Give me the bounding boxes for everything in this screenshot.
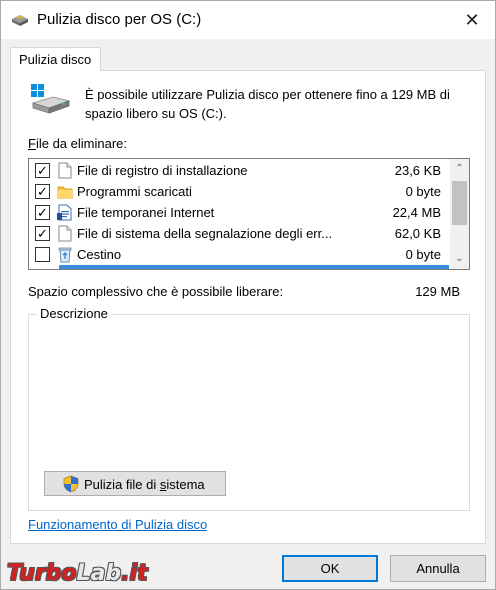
next-item-selection-highlight[interactable] bbox=[59, 265, 449, 269]
file-name: File temporanei Internet bbox=[77, 205, 215, 220]
list-item[interactable]: ✓ File di sistema della segnalazione deg… bbox=[29, 223, 449, 244]
checkbox[interactable]: ✓ bbox=[35, 226, 50, 241]
tab-panel: È possibile utilizzare Pulizia disco per… bbox=[10, 70, 486, 544]
list-item[interactable]: ✓ File temporanei Internet 22,4 MB bbox=[29, 202, 449, 223]
file-size: 62,0 KB bbox=[394, 226, 441, 241]
description-group: Descrizione Pulizia file di sistema bbox=[28, 306, 470, 511]
files-list[interactable]: ✓ File di registro di installazione 23,6… bbox=[28, 158, 470, 270]
uac-shield-icon bbox=[63, 475, 79, 493]
file-name: File di sistema della segnalazione degli… bbox=[77, 226, 333, 241]
blank-file-icon bbox=[58, 162, 72, 179]
drive-icon bbox=[31, 84, 71, 114]
list-item[interactable]: ✓ Programmi scaricati 0 byte bbox=[29, 181, 449, 202]
description-label: Descrizione bbox=[37, 306, 111, 321]
ok-button[interactable]: OK bbox=[282, 555, 378, 582]
checkbox[interactable]: ✓ bbox=[35, 205, 50, 220]
files-label: File da eliminare: bbox=[28, 136, 127, 151]
title-bar[interactable]: Pulizia disco per OS (C:) ✕ bbox=[1, 1, 495, 39]
intro-text: È possibile utilizzare Pulizia disco per… bbox=[85, 87, 450, 121]
document-icon bbox=[57, 204, 72, 221]
checkbox[interactable]: ✓ bbox=[35, 163, 50, 178]
close-button[interactable]: ✕ bbox=[449, 1, 495, 39]
file-size: 23,6 KB bbox=[394, 163, 441, 178]
scroll-down-arrow-icon[interactable]: ⌄ bbox=[450, 250, 469, 267]
file-size: 22,4 MB bbox=[392, 205, 441, 220]
total-space-label: Spazio complessivo che è possibile liber… bbox=[28, 284, 284, 299]
blank-file-icon bbox=[58, 225, 72, 242]
clean-system-files-label: Pulizia file di sistema bbox=[84, 477, 205, 492]
vertical-scrollbar[interactable]: ⌃ ⌄ bbox=[450, 159, 469, 269]
files-label-rest: ile da eliminare: bbox=[35, 136, 127, 151]
total-space-value: 129 MB bbox=[415, 284, 460, 299]
disk-cleanup-window: Pulizia disco per OS (C:) ✕ Pulizia disc… bbox=[0, 0, 496, 590]
scroll-up-arrow-icon[interactable]: ⌃ bbox=[450, 160, 469, 177]
disk-cleanup-app-icon bbox=[12, 15, 28, 26]
scrollbar-thumb[interactable] bbox=[452, 181, 467, 225]
files-label-accelerator: F bbox=[28, 136, 36, 151]
help-link[interactable]: Funzionamento di Pulizia disco bbox=[28, 517, 207, 532]
list-item[interactable]: Cestino 0 byte bbox=[29, 244, 449, 265]
clean-system-files-button[interactable]: Pulizia file di sistema bbox=[44, 471, 226, 496]
folder-icon bbox=[57, 186, 73, 199]
file-name: Cestino bbox=[77, 247, 122, 262]
tab-label: Pulizia disco bbox=[19, 52, 92, 67]
recycle-bin-icon bbox=[58, 247, 72, 263]
cancel-button[interactable]: Annulla bbox=[390, 555, 486, 582]
file-name: File di registro di installazione bbox=[77, 163, 248, 178]
file-size: 0 byte bbox=[405, 184, 441, 199]
window-title: Pulizia disco per OS (C:) bbox=[37, 11, 202, 28]
checkbox[interactable]: ✓ bbox=[35, 184, 50, 199]
tab-pulizia-disco[interactable]: Pulizia disco bbox=[10, 47, 101, 71]
close-icon: ✕ bbox=[464, 9, 480, 30]
list-item[interactable]: ✓ File di registro di installazione 23,6… bbox=[29, 160, 449, 181]
file-name: Programmi scaricati bbox=[77, 184, 192, 199]
checkbox[interactable] bbox=[35, 247, 50, 262]
file-size: 0 byte bbox=[405, 247, 441, 262]
watermark-logo: TurboLab.it bbox=[7, 561, 148, 586]
